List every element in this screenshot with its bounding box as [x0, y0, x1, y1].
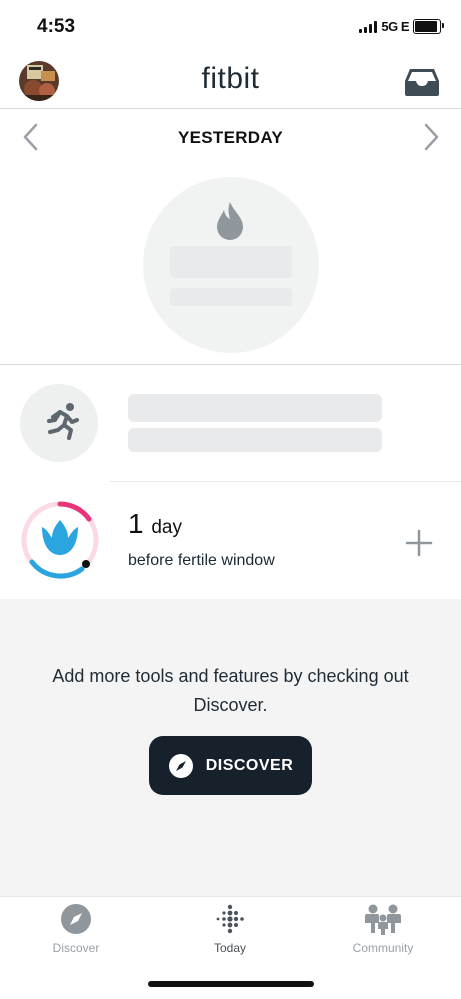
header-divider — [0, 108, 461, 109]
exercise-tile-icon[interactable] — [20, 384, 98, 462]
inbox-icon[interactable] — [404, 67, 440, 97]
exercise-title-placeholder — [128, 394, 382, 422]
community-icon — [363, 903, 403, 935]
calories-label-placeholder — [170, 288, 292, 306]
status-indicators: 5G E — [359, 19, 444, 34]
status-time: 4:53 — [37, 16, 76, 37]
exercise-detail-placeholder — [128, 428, 382, 452]
flame-icon — [215, 200, 245, 240]
discover-button-label: DISCOVER — [205, 756, 294, 774]
compass-icon — [168, 753, 194, 779]
fertility-subtitle: before fertile window — [128, 552, 275, 569]
tab-discover[interactable]: Discover — [21, 903, 131, 955]
signal-icon — [359, 20, 378, 33]
days-count-unit: day — [151, 517, 182, 538]
tab-today-label: Today — [213, 941, 247, 955]
app-logo: fitbit — [201, 62, 260, 95]
menstrual-cycle-ring-icon[interactable] — [20, 500, 100, 580]
network-type: 5G E — [381, 19, 409, 34]
add-plus-icon[interactable] — [404, 528, 434, 558]
row-divider — [110, 481, 461, 482]
tab-discover-label: Discover — [52, 941, 100, 955]
discover-button[interactable]: DISCOVER — [149, 736, 312, 795]
days-count-number: 1 — [128, 508, 144, 539]
battery-icon — [413, 19, 444, 34]
section-divider — [0, 364, 461, 365]
tab-community[interactable]: Community — [328, 903, 438, 955]
tab-community-label: Community — [352, 941, 414, 955]
days-count: 1 day — [128, 508, 182, 540]
fitbit-dots-icon — [214, 903, 246, 935]
home-indicator[interactable] — [148, 981, 314, 987]
calories-value-placeholder — [170, 246, 292, 278]
next-day-chevron-icon[interactable] — [421, 122, 441, 152]
compass-icon — [60, 903, 92, 935]
discover-prompt-text: Add more tools and features by checking … — [52, 666, 409, 715]
tab-today[interactable]: Today — [175, 903, 285, 955]
date-title: YESTERDAY — [177, 128, 284, 147]
